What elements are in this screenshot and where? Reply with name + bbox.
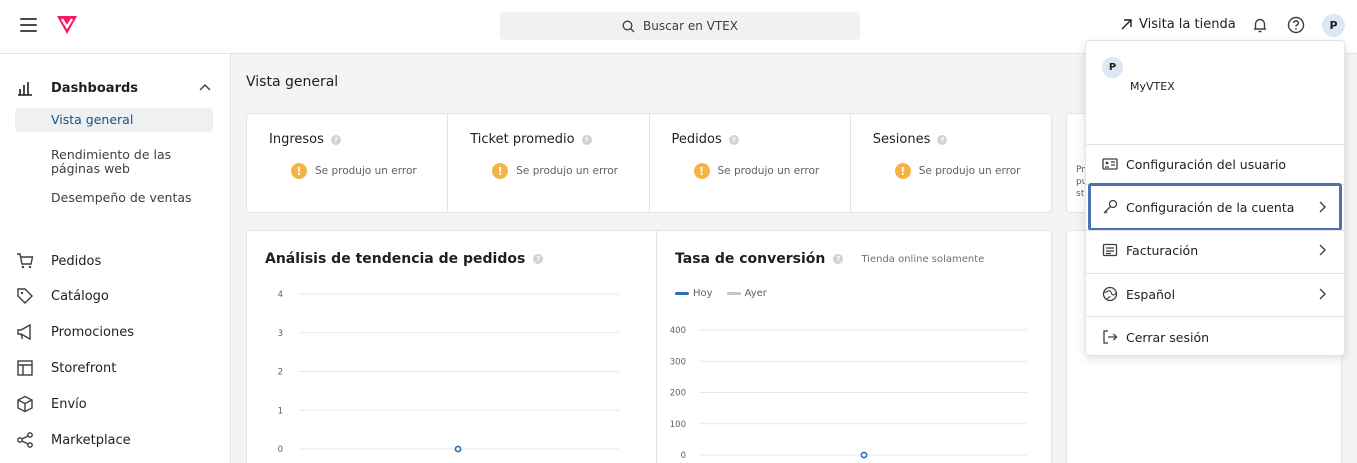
sidebar-item-label: Pedidos	[51, 253, 102, 269]
kpi-error-text: Se produjo un error	[516, 165, 618, 177]
sidebar-item-label: Promociones	[51, 324, 134, 340]
search-icon	[622, 20, 635, 32]
y-tick-label: 300	[670, 357, 686, 367]
y-tick-label: 1	[278, 406, 283, 416]
conversion-chart: 400 300 200 100 0	[670, 326, 1027, 461]
menu-item-label: Configuración del usuario	[1126, 156, 1287, 172]
kpi-ticket-promedio: Ticket promedio? ! Se produjo un error	[448, 114, 650, 212]
share-nodes-icon	[17, 432, 33, 448]
page-title: Vista general	[246, 74, 339, 90]
search-placeholder: Buscar en VTEX	[643, 19, 738, 33]
warning-icon: !	[291, 163, 307, 179]
menu-avatar: P	[1102, 57, 1123, 78]
globe-icon	[1102, 286, 1118, 302]
orders-trend-chart-card: Análisis de tendencia de pedidos? 43210	[246, 230, 669, 463]
menu-item-label: Español	[1126, 286, 1176, 302]
warning-icon: !	[894, 163, 911, 179]
receipt-icon	[1102, 243, 1118, 257]
box-icon	[17, 395, 33, 413]
data-point	[860, 451, 868, 459]
chevron-right-icon	[1319, 244, 1326, 256]
user-avatar[interactable]: P	[1322, 14, 1345, 37]
y-tick-label: 0	[681, 451, 686, 461]
menu-item-logout[interactable]: Cerrar sesión	[1086, 317, 1344, 357]
kpi-card-group: Ingresos? ! Se produjo un error Ticket pr…	[246, 113, 1052, 213]
y-tick-label: 0	[278, 445, 283, 455]
sidebar-item-dashboards[interactable]: Dashboards	[16, 79, 138, 97]
layout-icon	[17, 360, 33, 376]
id-card-icon	[1102, 158, 1118, 170]
sidebar-subitem-desempeno[interactable]: Desempeño de ventas	[15, 186, 213, 210]
sidebar-subitem-rendimiento[interactable]: Rendimiento de las páginas web	[15, 143, 213, 181]
chevron-right-icon	[1319, 201, 1326, 213]
kpi-sesiones: Sesiones? ! Se produjo un error	[851, 114, 1051, 212]
sidebar-item-label: Envío	[51, 396, 87, 412]
bar-chart-icon	[18, 82, 32, 96]
y-tick-label: 3	[278, 329, 283, 339]
sidebar-item-marketplace[interactable]: Marketplace	[16, 431, 131, 449]
help-icon[interactable]: ?	[330, 134, 341, 145]
visit-store-link[interactable]: Visita la tienda	[1120, 17, 1236, 32]
sidebar-item-pedidos[interactable]: Pedidos	[16, 252, 101, 270]
menu-item-billing[interactable]: Facturación	[1086, 230, 1344, 270]
chevron-right-icon	[1319, 288, 1326, 300]
visit-store-label: Visita la tienda	[1139, 17, 1236, 32]
vtex-logo[interactable]	[56, 15, 78, 35]
help-icon[interactable]	[1287, 16, 1305, 34]
kpi-label: Sesiones	[872, 132, 931, 147]
kpi-error-text: Se produjo un error	[315, 165, 417, 177]
kpi-pedidos: Pedidos? ! Se produjo un error	[650, 114, 851, 212]
sidebar-item-catalogo[interactable]: Catálogo	[16, 287, 109, 305]
menu-item-label: Cerrar sesión	[1126, 329, 1210, 345]
search-bar[interactable]: Buscar en VTEX	[500, 12, 860, 40]
sidebar: Dashboards Vista general Rendimiento de …	[0, 54, 231, 463]
y-tick-label: 4	[278, 290, 283, 300]
kpi-label: Ticket promedio	[470, 132, 575, 147]
sidebar-item-label: Marketplace	[51, 432, 131, 448]
sidebar-subitem-vista-general[interactable]: Vista general	[15, 108, 213, 132]
tag-icon	[17, 288, 33, 304]
conversion-chart-card: Tasa de conversión? Tienda online solamen…	[656, 230, 1052, 463]
hamburger-menu-icon[interactable]	[20, 18, 37, 32]
menu-item-user-config[interactable]: Configuración del usuario	[1086, 144, 1344, 184]
menu-item-account-config[interactable]: Configuración de la cuenta	[1088, 183, 1342, 231]
y-tick-label: 400	[670, 326, 686, 336]
bell-icon[interactable]	[1251, 16, 1269, 34]
megaphone-icon	[17, 323, 31, 341]
warning-icon: !	[693, 163, 710, 179]
kpi-error-text: Se produjo un error	[918, 165, 1021, 177]
cart-icon	[17, 253, 34, 269]
account-name: MyVTEX	[1130, 80, 1175, 93]
key-icon	[1103, 199, 1118, 214]
sidebar-item-label: Storefront	[51, 360, 117, 376]
y-tick-label: 200	[670, 389, 686, 399]
arrow-up-right-icon	[1121, 19, 1132, 30]
help-icon[interactable]: ?	[728, 134, 739, 145]
menu-item-label: Configuración de la cuenta	[1126, 199, 1295, 215]
y-tick-label: 100	[670, 420, 686, 430]
sidebar-item-promociones[interactable]: Promociones	[16, 323, 134, 341]
sidebar-item-storefront[interactable]: Storefront	[16, 359, 116, 377]
user-dropdown-menu: P MyVTEX Configuración del usuario Confi…	[1085, 40, 1345, 356]
help-icon[interactable]: ?	[581, 134, 592, 145]
menu-item-language[interactable]: Español	[1086, 274, 1344, 314]
kpi-label: Ingresos	[269, 132, 324, 147]
help-icon[interactable]: ?	[937, 134, 948, 145]
kpi-ingresos: Ingresos? ! Se produjo un error	[247, 114, 449, 212]
sidebar-item-envio[interactable]: Envío	[16, 395, 87, 413]
kpi-error-text: Se produjo un error	[717, 165, 820, 177]
sidebar-item-label: Dashboards	[51, 80, 139, 96]
y-tick-label: 2	[278, 368, 283, 378]
sidebar-item-label: Catálogo	[51, 288, 109, 304]
data-point	[454, 445, 462, 453]
warning-icon: !	[492, 163, 509, 179]
menu-item-label: Facturación	[1126, 242, 1199, 258]
logout-icon	[1103, 330, 1118, 344]
kpi-label: Pedidos	[671, 132, 722, 147]
orders-trend-chart: 4 3 2 1 0	[278, 290, 619, 455]
chevron-up-icon[interactable]	[199, 83, 211, 91]
